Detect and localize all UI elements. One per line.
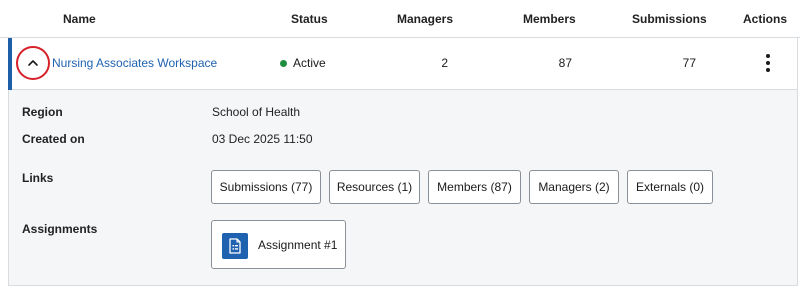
members-count: 87 — [558, 56, 572, 70]
details-right-border — [797, 38, 798, 286]
header-name[interactable]: Name — [63, 12, 96, 26]
collapse-row-button[interactable] — [16, 46, 50, 80]
managers-count: 2 — [441, 56, 448, 70]
workspace-table: Name Status Managers Members Submissions… — [0, 0, 800, 293]
members-link-button[interactable]: Members (87) — [428, 170, 521, 204]
kebab-menu-icon[interactable] — [761, 52, 775, 74]
region-value: School of Health — [212, 105, 301, 119]
document-icon — [222, 233, 248, 259]
created-on-value: 03 Dec 2025 11:50 — [212, 132, 313, 146]
links-label: Links — [22, 171, 54, 185]
table-header: Name Status Managers Members Submissions… — [0, 0, 800, 38]
status-text: Active — [293, 56, 326, 70]
assignments-label: Assignments — [22, 222, 98, 236]
workspace-name-link[interactable]: Nursing Associates Workspace — [52, 56, 217, 70]
header-actions: Actions — [743, 12, 788, 26]
header-members[interactable]: Members — [523, 12, 576, 26]
managers-link-button[interactable]: Managers (2) — [529, 170, 619, 204]
resources-link-button[interactable]: Resources (1) — [329, 170, 420, 204]
created-on-label: Created on — [22, 132, 85, 146]
assignment-label: Assignment #1 — [258, 238, 338, 252]
assignment-button[interactable]: Assignment #1 — [211, 220, 346, 269]
row-accent-bar — [8, 38, 12, 90]
header-submissions[interactable]: Submissions — [632, 12, 707, 26]
details-left-border — [8, 90, 9, 286]
header-managers[interactable]: Managers — [397, 12, 453, 26]
submissions-link-button[interactable]: Submissions (77) — [211, 170, 321, 204]
chevron-up-icon — [28, 60, 38, 66]
header-status[interactable]: Status — [291, 12, 328, 26]
externals-link-button[interactable]: Externals (0) — [627, 170, 713, 204]
submissions-count: 77 — [682, 56, 696, 70]
status-dot-icon — [280, 60, 287, 67]
region-label: Region — [22, 105, 63, 119]
